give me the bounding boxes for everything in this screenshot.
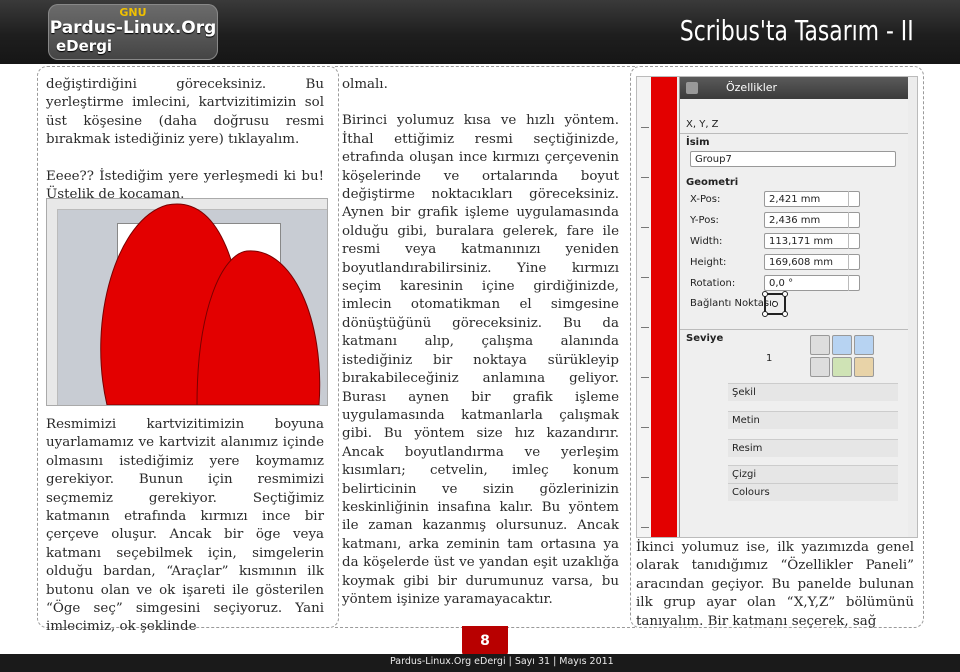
- page-number-badge: 8: [462, 626, 508, 656]
- paragraph: değiştirdiğini göreceksiniz. Bu yerleşti…: [46, 77, 324, 148]
- width-spinner[interactable]: [848, 233, 859, 249]
- rotation-label: Rotation:: [690, 278, 736, 289]
- pardus-logo[interactable]: GNU Pardus-Linux.Org eDergi: [48, 4, 218, 60]
- height-label: Height:: [690, 257, 727, 268]
- tab-xyz[interactable]: X, Y, Z: [686, 119, 719, 130]
- red-shape-edge: [651, 77, 677, 537]
- rotation-value: 0,0 °: [769, 278, 794, 289]
- level-value: 1: [766, 353, 773, 364]
- name-label: İsim: [686, 137, 710, 148]
- anchor-label: Bağlantı Noktası:: [690, 298, 776, 309]
- width-label: Width:: [690, 236, 723, 247]
- divider: [680, 329, 908, 330]
- height-field[interactable]: 169,608 mm: [764, 254, 860, 270]
- paragraph: Resmimizi kartvizitimizin boyuna uyarlam…: [46, 417, 324, 635]
- footer-bar: Pardus-Linux.Org eDergi | Sayı 31 | Mayı…: [0, 654, 960, 672]
- paragraph: İkinci yolumuz ise, ilk yazımızda genel …: [636, 540, 914, 629]
- xpos-value: 2,421 mm: [769, 194, 821, 205]
- geometry-label: Geometri: [686, 177, 739, 188]
- ypos-label: Y-Pos:: [690, 215, 719, 226]
- column2-text: olmalı. Birinci yolumuz kısa ve hızlı yö…: [342, 76, 619, 609]
- column1-bottom-text: Resmimizi kartvizitimizin boyuna uyarlam…: [46, 416, 324, 637]
- xpos-field[interactable]: 2,421 mm: [764, 191, 860, 207]
- screenshot-canvas-red-shape: [46, 198, 328, 406]
- properties-panel: Özellikler X, Y, Z İsim Group7 Geometri …: [679, 77, 908, 537]
- paragraph: Birinci yolumuz kısa ve hızlı yöntem. İt…: [342, 113, 619, 607]
- ruler-vertical: [637, 77, 652, 537]
- panel-titlebar[interactable]: Özellikler: [680, 77, 908, 99]
- header-banner: GNU Pardus-Linux.Org eDergi Scribus'ta T…: [0, 0, 960, 64]
- close-icon[interactable]: [686, 82, 698, 94]
- level-lock-icon[interactable]: [854, 335, 874, 355]
- red-shape-image: [100, 203, 321, 405]
- footer-text: Pardus-Linux.Org eDergi | Sayı 31 | Mayı…: [390, 656, 614, 667]
- panel-title: Özellikler: [726, 81, 778, 94]
- height-spinner[interactable]: [848, 254, 859, 270]
- rotation-field[interactable]: 0,0 °: [764, 275, 860, 291]
- article-title: Scribus'ta Tasarım - II: [680, 14, 914, 47]
- level-size-lock-icon[interactable]: [854, 357, 874, 377]
- ypos-spinner[interactable]: [848, 212, 859, 228]
- xpos-spinner[interactable]: [848, 191, 859, 207]
- name-field[interactable]: Group7: [690, 151, 896, 167]
- level-label: Seviye: [686, 333, 724, 344]
- column3-text: İkinci yolumuz ise, ilk yazımızda genel …: [636, 539, 914, 631]
- level-top-icon[interactable]: [810, 335, 830, 355]
- rotation-spinner[interactable]: [848, 275, 859, 291]
- column1-top-text: değiştirdiğini göreceksiniz. Bu yerleşti…: [46, 76, 324, 204]
- level-flip-vertical-icon[interactable]: [832, 357, 852, 377]
- screenshot-properties-panel: Özellikler X, Y, Z İsim Group7 Geometri …: [636, 76, 918, 538]
- level-bottom-icon[interactable]: [810, 357, 830, 377]
- xpos-label: X-Pos:: [690, 194, 721, 205]
- height-value: 169,608 mm: [769, 257, 834, 268]
- width-value: 113,171 mm: [769, 236, 834, 247]
- section-image[interactable]: Resim: [728, 439, 898, 457]
- anchor-point-icon[interactable]: [762, 291, 788, 317]
- ypos-field[interactable]: 2,436 mm: [764, 212, 860, 228]
- paragraph: olmalı.: [342, 77, 388, 92]
- section-text[interactable]: Metin: [728, 411, 898, 429]
- divider: [680, 133, 908, 134]
- section-shape[interactable]: Şekil: [728, 383, 898, 401]
- section-line[interactable]: Çizgi: [728, 465, 898, 483]
- section-colours[interactable]: Colours: [728, 483, 898, 501]
- logo-sub-text: eDergi: [56, 37, 113, 55]
- level-flip-horizontal-icon[interactable]: [832, 335, 852, 355]
- logo-name-text: Pardus-Linux.Org: [49, 18, 217, 38]
- width-field[interactable]: 113,171 mm: [764, 233, 860, 249]
- ypos-value: 2,436 mm: [769, 215, 821, 226]
